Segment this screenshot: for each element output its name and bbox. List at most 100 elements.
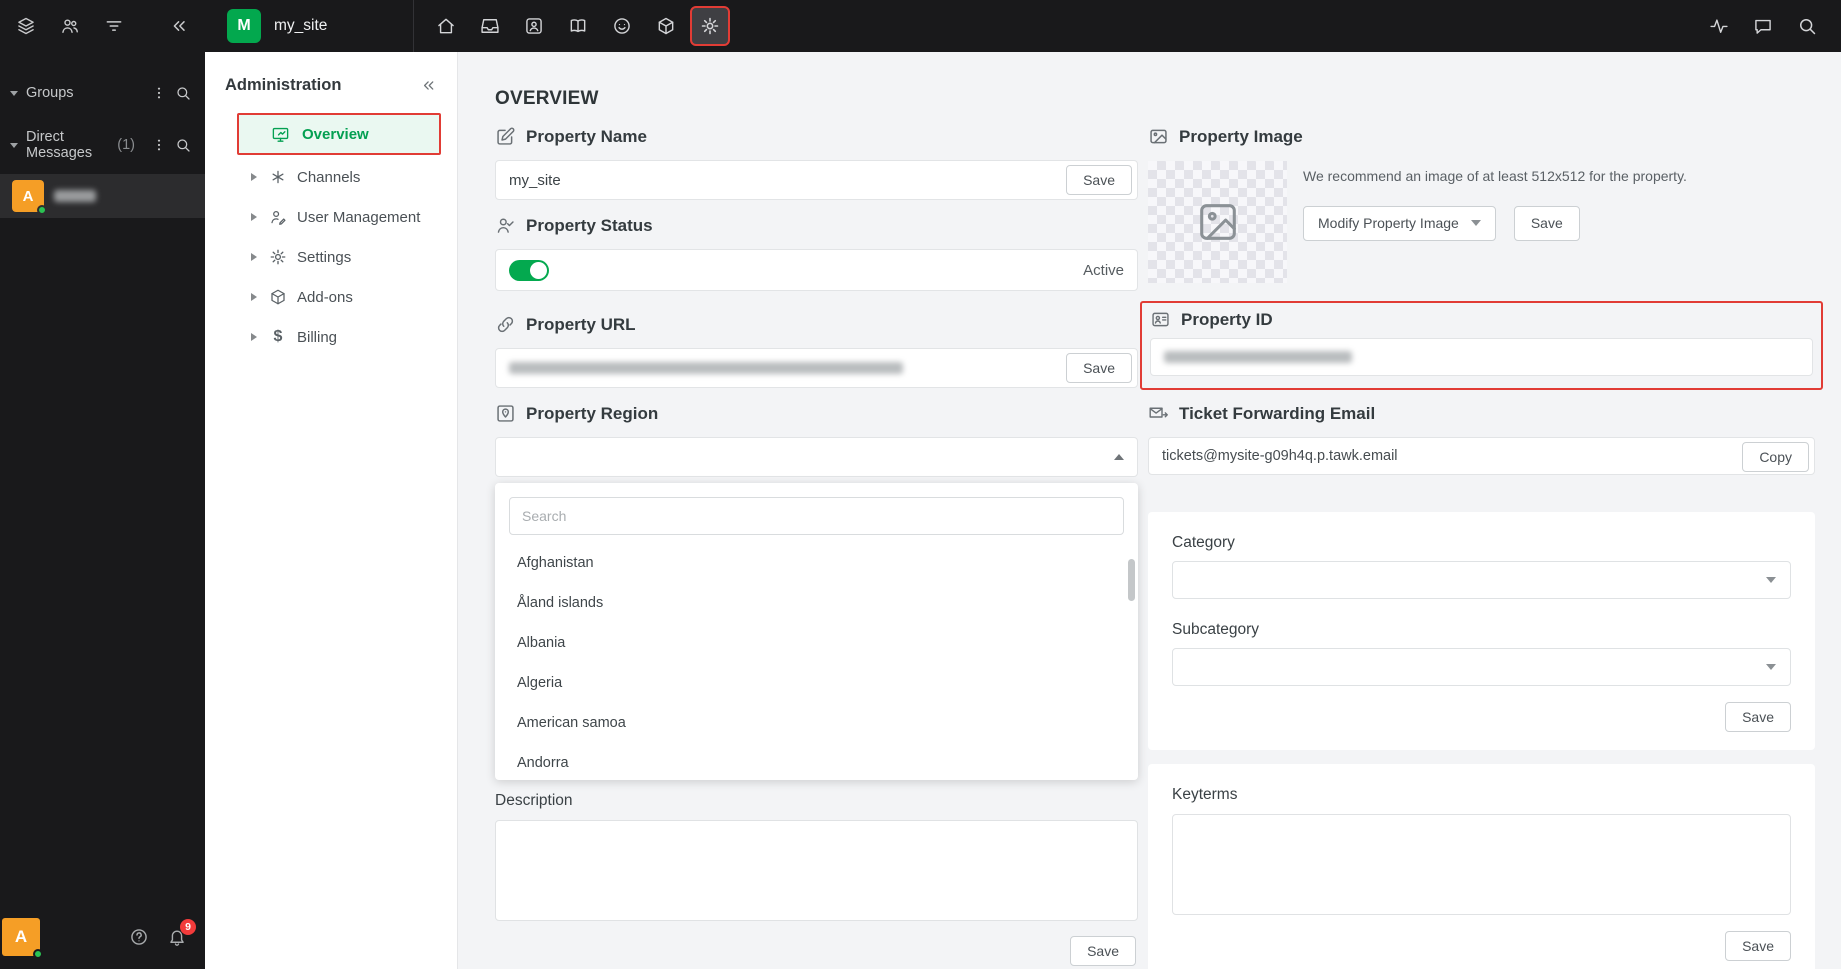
rail-top-icons (0, 0, 205, 52)
admin-nav-label: Settings (297, 248, 352, 266)
property-switcher[interactable]: M my_site (205, 9, 413, 43)
property-image-header: Property Image (1148, 126, 1815, 147)
chevron-right-icon (251, 173, 257, 181)
help-icon[interactable] (129, 927, 149, 947)
region-option[interactable]: Andorra (509, 743, 1124, 780)
overview-monitor-icon (272, 127, 289, 142)
avatar: A (12, 180, 47, 215)
property-status-field: Active (495, 249, 1138, 291)
save-button[interactable]: Save (1070, 936, 1136, 966)
knowledge-base-icon[interactable] (568, 16, 588, 36)
page-title: OVERVIEW (495, 88, 599, 109)
user-check-icon (497, 218, 514, 233)
direct-messages-header[interactable]: Direct Messages (1) (0, 126, 205, 164)
admin-nav-settings[interactable]: Settings (205, 237, 457, 277)
direct-messages-label: Direct Messages (26, 129, 93, 161)
region-option[interactable]: Afghanistan (509, 543, 1124, 583)
region-search-input[interactable] (509, 497, 1124, 535)
settings-gear-icon[interactable] (700, 16, 720, 36)
property-region-select[interactable] (495, 437, 1138, 477)
top-nav-icons (413, 0, 730, 52)
dollar-icon: $ (273, 328, 283, 345)
channels-asterisk-icon (272, 170, 284, 184)
admin-nav-label: User Management (297, 208, 421, 226)
keyterms-label: Keyterms (1172, 786, 1238, 803)
category-select[interactable] (1172, 561, 1791, 599)
subcategory-select[interactable] (1172, 648, 1791, 686)
copy-button[interactable]: Copy (1742, 442, 1809, 472)
keyterms-card: Keyterms Save (1148, 764, 1815, 969)
save-button[interactable]: Save (1066, 165, 1132, 195)
chevron-down-icon (10, 142, 18, 148)
redacted-property-id-value (1164, 351, 1352, 363)
notification-badge: 9 (180, 919, 196, 935)
home-icon[interactable] (436, 16, 456, 36)
admin-nav-billing[interactable]: $ Billing (205, 317, 457, 357)
description-textarea[interactable] (495, 820, 1138, 921)
contacts-icon[interactable] (524, 16, 544, 36)
filter-icon[interactable] (104, 16, 124, 36)
property-url-header: Property URL (495, 314, 1138, 335)
region-option[interactable]: Albania (509, 623, 1124, 663)
top-bar: M my_site (205, 0, 1841, 52)
property-name: my_site (274, 17, 328, 34)
overview-content: OVERVIEW Property Name Save Property Sta… (458, 52, 1841, 969)
admin-nav-user-management[interactable]: User Management (205, 197, 457, 237)
messages-bubble-icon[interactable] (1753, 16, 1773, 36)
ticket-email-field: tickets@mysite-g09h4q.p.tawk.email Copy (1148, 437, 1815, 475)
collapse-panel-icon[interactable] (420, 77, 437, 94)
chat-smiley-icon[interactable] (612, 16, 632, 36)
category-card: Category Subcategory Save (1148, 512, 1815, 750)
activity-monitor-icon[interactable] (1709, 16, 1729, 36)
status-toggle[interactable] (509, 259, 549, 281)
left-rail: Groups Direct Messages (1) A A 9 (0, 0, 205, 969)
region-option[interactable]: Algeria (509, 663, 1124, 703)
chevron-down-icon (1766, 664, 1776, 670)
subcategory-label: Subcategory (1172, 621, 1260, 638)
region-option[interactable]: Åland islands (509, 583, 1124, 623)
inbox-icon[interactable] (480, 16, 500, 36)
keyterms-textarea[interactable] (1172, 814, 1791, 915)
save-button[interactable]: Save (1513, 205, 1580, 241)
notifications-bell-icon[interactable]: 9 (167, 919, 196, 947)
description-label: Description (495, 792, 573, 809)
layers-icon[interactable] (16, 16, 36, 36)
rail-bottom: A 9 (0, 911, 205, 969)
save-button[interactable]: Save (1725, 931, 1791, 961)
admin-nav-label: Billing (297, 328, 338, 346)
groups-section-header[interactable]: Groups (0, 74, 205, 112)
admin-nav-overview[interactable]: Overview (237, 113, 441, 155)
chevron-down-icon (1470, 220, 1481, 227)
kebab-menu-icon[interactable] (151, 137, 167, 153)
direct-message-item[interactable]: A (0, 174, 205, 218)
search-icon[interactable] (175, 85, 191, 101)
save-button[interactable]: Save (1066, 353, 1132, 383)
redacted-contact-name (54, 190, 96, 202)
save-button[interactable]: Save (1725, 702, 1791, 732)
people-icon[interactable] (60, 16, 80, 36)
property-name-field: Save (495, 160, 1138, 200)
image-recommendation-text: We recommend an image of at least 512x51… (1303, 168, 1687, 184)
admin-nav-channels[interactable]: Channels (205, 157, 457, 197)
kebab-menu-icon[interactable] (151, 85, 167, 101)
settings-gear-highlight[interactable] (690, 6, 730, 46)
scrollbar-thumb[interactable] (1128, 559, 1135, 601)
property-image-placeholder[interactable] (1148, 161, 1287, 283)
region-pin-icon (497, 405, 514, 422)
admin-nav-addons[interactable]: Add-ons (205, 277, 457, 317)
settings-gear-icon (270, 249, 286, 265)
top-right-icons (1709, 16, 1841, 36)
search-icon[interactable] (175, 137, 191, 153)
property-name-input[interactable] (509, 171, 971, 189)
property-name-header: Property Name (495, 126, 1138, 147)
search-icon[interactable] (1797, 16, 1817, 36)
collapse-rail-icon[interactable] (169, 16, 189, 36)
region-option[interactable]: American samoa (509, 703, 1124, 743)
addons-package-icon[interactable] (656, 16, 676, 36)
chevron-right-icon (251, 253, 257, 261)
administration-title: Administration (225, 76, 342, 94)
ticket-email-value: tickets@mysite-g09h4q.p.tawk.email (1162, 448, 1398, 464)
chevron-right-icon (251, 293, 257, 301)
modify-property-image-button[interactable]: Modify Property Image (1303, 205, 1496, 241)
user-avatar[interactable]: A (2, 918, 43, 959)
